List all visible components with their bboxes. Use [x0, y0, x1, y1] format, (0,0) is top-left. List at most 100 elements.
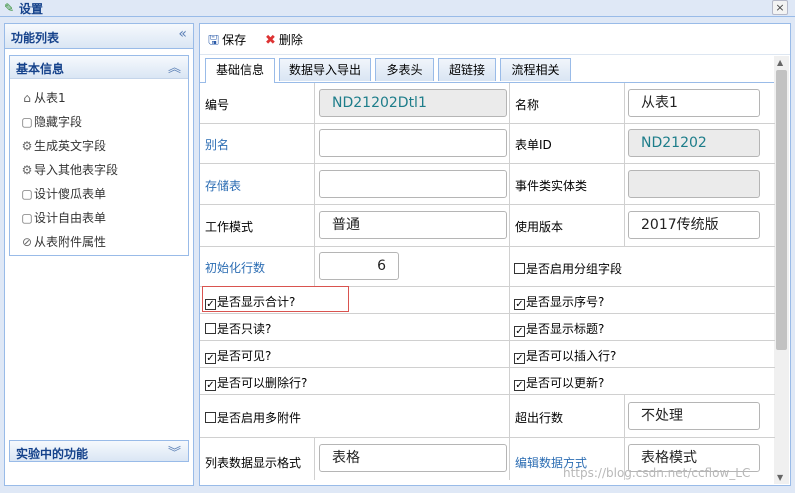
basic-info-title: 基本信息	[16, 62, 65, 76]
listfmt-select[interactable]: 表格	[319, 444, 507, 472]
form-icon: ▢	[21, 211, 33, 225]
tab-basic-info[interactable]: 基础信息	[205, 58, 275, 83]
overflow-label: 超出行数	[515, 411, 564, 425]
watermark-text: https://blog.csdn.net/ccflow_LC	[563, 466, 751, 480]
function-list-header: 功能列表 «	[5, 24, 193, 49]
menu-item-import-fields[interactable]: ⚙ 导入其他表字段	[20, 159, 188, 183]
insert-checkbox[interactable]: ✓ 是否可以插入行?	[514, 347, 616, 364]
scroll-up-icon[interactable]: ▲	[777, 58, 783, 67]
basic-info-form: 编号 ND21202Dtl1 名称 从表1 别名 表单ID ND21202 存储…	[200, 83, 775, 480]
tab-workflow[interactable]: 流程相关	[500, 58, 571, 81]
save-icon: 🖫	[208, 33, 220, 48]
storage-label: 存储表	[205, 179, 242, 193]
checkbox-unchecked-icon	[514, 263, 525, 274]
scroll-down-icon[interactable]: ▼	[777, 473, 783, 482]
checkbox-checked-icon: ✓	[205, 299, 216, 310]
update-checkbox[interactable]: ✓ 是否可以更新?	[514, 374, 604, 391]
function-list-panel: 功能列表 « 基本信息 ︽ ⌂ 从表1 ▢隐藏字段 ⚙ 生成英文字段 ⚙ 导入其他表字…	[4, 23, 194, 486]
form-row: ✓ 是否显示合计? ✓ 是否显示序号?	[200, 286, 775, 314]
alias-label: 别名	[205, 138, 230, 152]
form-row: 存储表 事件类实体类	[200, 164, 775, 205]
checkbox-checked-icon: ✓	[514, 353, 525, 364]
experimental-section-header[interactable]: 实验中的功能 ︾	[9, 440, 189, 462]
listfmt-label: 列表数据显示格式	[205, 456, 302, 470]
showseq-checkbox[interactable]: ✓ 是否显示序号?	[514, 293, 604, 310]
tab-bar: 基础信息 数据导入导出 多表头 超链接 流程相关	[200, 58, 775, 83]
mode-select[interactable]: 普通	[319, 211, 507, 239]
checkbox-unchecked-icon	[205, 412, 216, 423]
window-titlebar: ✎ 设置 ×	[0, 0, 795, 17]
version-label: 使用版本	[515, 220, 564, 234]
menu-item-design-free-form[interactable]: ▢设计自由表单	[20, 207, 188, 231]
function-list-title: 功能列表	[11, 31, 60, 45]
window-title: 设置	[19, 2, 44, 16]
readonly-checkbox[interactable]: 是否只读?	[205, 320, 271, 337]
menu-item-subtable[interactable]: ⌂ 从表1	[20, 87, 188, 111]
form-row: 别名 表单ID ND21202	[200, 124, 775, 164]
initrows-field[interactable]: 6	[319, 252, 399, 280]
basic-info-header[interactable]: 基本信息 ︽	[10, 56, 188, 79]
checkbox-checked-icon: ✓	[205, 353, 216, 364]
form-row: ✓ 是否可以删除行? ✓ 是否可以更新?	[200, 368, 775, 395]
tab-import-export[interactable]: 数据导入导出	[279, 58, 371, 81]
gear-icon: ⚙	[21, 163, 33, 177]
overflow-select[interactable]: 不处理	[628, 402, 760, 430]
delete-icon: ✖	[265, 33, 276, 48]
experimental-title: 实验中的功能	[16, 447, 89, 461]
mode-label: 工作模式	[205, 220, 254, 234]
menu-item-attachment-props[interactable]: ⊘ 从表附件属性	[20, 231, 188, 255]
field-icon: ▢	[21, 115, 33, 129]
form-row: 工作模式 普通 使用版本 2017传统版	[200, 205, 775, 247]
showsum-checkbox[interactable]: ✓ 是否显示合计?	[205, 293, 295, 310]
attachment-icon: ⊘	[21, 235, 33, 249]
formid-field[interactable]: ND21202	[628, 129, 760, 157]
no-label: 编号	[205, 98, 230, 112]
close-button[interactable]: ×	[772, 0, 788, 15]
checkbox-checked-icon: ✓	[205, 380, 216, 391]
form-row: 是否只读? ✓ 是否显示标题?	[200, 314, 775, 341]
deleterow-checkbox[interactable]: ✓ 是否可以删除行?	[205, 374, 307, 391]
menu-item-design-simple-form[interactable]: ▢设计傻瓜表单	[20, 183, 188, 207]
entity-field[interactable]	[628, 170, 760, 198]
gear-icon: ⚙	[21, 139, 33, 153]
scroll-thumb[interactable]	[776, 70, 787, 350]
no-field[interactable]: ND21202Dtl1	[319, 89, 507, 117]
alias-field[interactable]	[319, 129, 507, 157]
showtitle-checkbox[interactable]: ✓ 是否显示标题?	[514, 320, 604, 337]
collapse-left-icon[interactable]: «	[178, 26, 187, 42]
vertical-scrollbar[interactable]: ▲ ▼	[774, 56, 789, 484]
multiattach-checkbox[interactable]: 是否启用多附件	[205, 409, 301, 426]
menu-item-gen-english-fields[interactable]: ⚙ 生成英文字段	[20, 135, 188, 159]
basic-info-section: 基本信息 ︽ ⌂ 从表1 ▢隐藏字段 ⚙ 生成英文字段 ⚙ 导入其他表字段 ▢设计傻瓜…	[9, 55, 189, 256]
visible-checkbox[interactable]: ✓ 是否可见?	[205, 347, 271, 364]
tab-hyperlink[interactable]: 超链接	[438, 58, 496, 81]
tab-multi-header[interactable]: 多表头	[375, 58, 434, 81]
pencil-icon: ✎	[4, 1, 15, 15]
toolbar: 🖫 保存 ✖ 删除	[200, 24, 790, 55]
name-label: 名称	[515, 98, 540, 112]
settings-panel: 🖫 保存 ✖ 删除 基础信息 数据导入导出 多表头 超链接 流程相关 ▲ ▼ 编号 …	[199, 23, 791, 486]
checkbox-checked-icon: ✓	[514, 380, 525, 391]
checkbox-unchecked-icon	[205, 323, 216, 334]
form-row: 初始化行数 6 是否启用分组字段	[200, 247, 775, 287]
expand-down-icon[interactable]: ︾	[168, 442, 181, 461]
storage-field[interactable]	[319, 170, 507, 198]
delete-button[interactable]: ✖ 删除	[265, 31, 303, 48]
menu-item-hidden-fields[interactable]: ▢隐藏字段	[20, 111, 188, 135]
save-button[interactable]: 🖫 保存	[208, 31, 246, 53]
version-select[interactable]: 2017传统版	[628, 211, 760, 239]
form-row: 编号 ND21202Dtl1 名称 从表1	[200, 83, 775, 124]
grouping-checkbox[interactable]: 是否启用分组字段	[514, 260, 622, 277]
form-row: ✓ 是否可见? ✓ 是否可以插入行?	[200, 341, 775, 368]
name-field[interactable]: 从表1	[628, 89, 760, 117]
entity-label: 事件类实体类	[515, 179, 588, 193]
checkbox-checked-icon: ✓	[514, 299, 525, 310]
initrows-label: 初始化行数	[205, 261, 266, 275]
form-row: 是否启用多附件 超出行数 不处理	[200, 395, 775, 438]
checkbox-checked-icon: ✓	[514, 326, 525, 337]
collapse-up-icon[interactable]: ︽	[168, 57, 181, 76]
formid-label: 表单ID	[515, 138, 552, 152]
function-menu: ⌂ 从表1 ▢隐藏字段 ⚙ 生成英文字段 ⚙ 导入其他表字段 ▢设计傻瓜表单 ▢设计自…	[10, 79, 188, 255]
home-icon: ⌂	[23, 91, 31, 105]
form-icon: ▢	[21, 187, 33, 201]
